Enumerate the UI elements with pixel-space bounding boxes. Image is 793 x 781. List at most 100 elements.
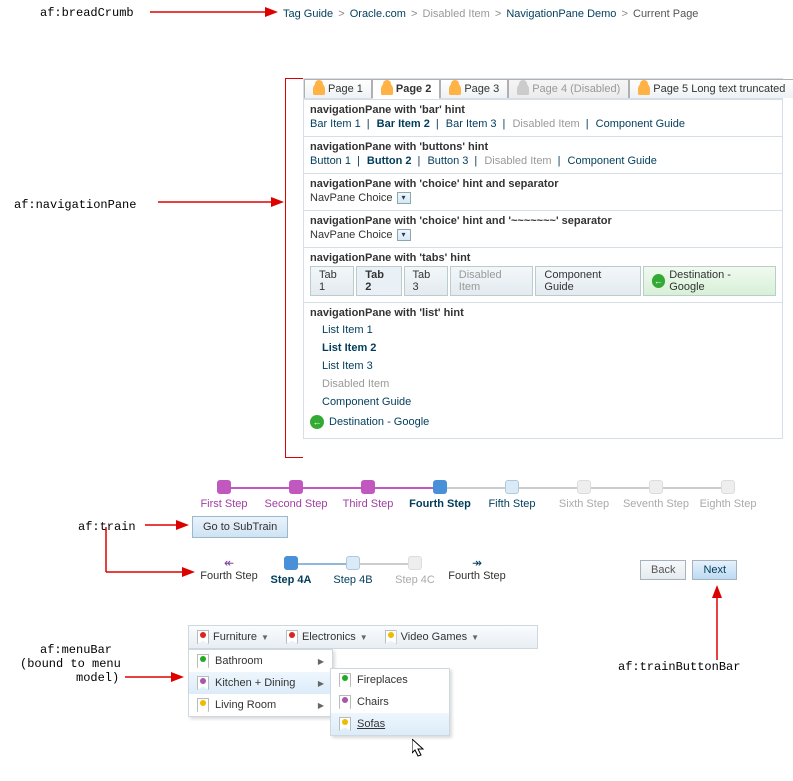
- go-icon: ←: [652, 274, 666, 288]
- breadcrumb-item[interactable]: NavigationPane Demo: [506, 8, 616, 20]
- annotation-menubar-3: model): [76, 671, 119, 685]
- subtrain-fwd-link[interactable]: ↠ Fourth Step: [446, 556, 508, 582]
- train-step[interactable]: Third Step: [332, 480, 404, 510]
- menu-electronics[interactable]: Electronics: [278, 626, 377, 648]
- breadcrumb-sep: >: [493, 8, 503, 20]
- bookmark-icon: [197, 654, 209, 668]
- tab-page-4-disabled: Page 4 (Disabled): [508, 79, 629, 98]
- arrow-navpane: [158, 195, 286, 209]
- list-item-disabled: Disabled Item: [322, 375, 776, 393]
- subtrain-back-link[interactable]: ↞ Fourth Step: [198, 556, 260, 582]
- bookmark-icon: [339, 717, 351, 731]
- breadcrumb: Tag Guide > Oracle.com > Disabled Item >…: [283, 8, 698, 20]
- bookmark-icon: [197, 676, 209, 690]
- bookmark-icon: [286, 630, 298, 644]
- train-step[interactable]: Fifth Step: [476, 480, 548, 510]
- section-title: navigationPane with 'choice' hint and se…: [310, 178, 776, 190]
- tab-page-1[interactable]: Page 1: [304, 79, 372, 98]
- tab-item[interactable]: Component Guide: [535, 266, 640, 296]
- breadcrumb-sep: >: [409, 8, 419, 20]
- user-icon: [381, 83, 393, 95]
- nav-choice-section-1: navigationPane with 'choice' hint and se…: [304, 174, 782, 211]
- user-icon: [449, 83, 461, 95]
- submenu-kitchen-dining: Fireplaces Chairs Sofas: [330, 668, 450, 736]
- breadcrumb-item[interactable]: Tag Guide: [283, 8, 333, 20]
- section-title: navigationPane with 'list' hint: [310, 307, 776, 319]
- bar-item[interactable]: Bar Item 1: [310, 118, 365, 130]
- bookmark-icon: [385, 630, 397, 644]
- back-arrows-icon: ↞: [198, 556, 260, 570]
- list-item[interactable]: List Item 3: [322, 357, 776, 375]
- bar-item-selected[interactable]: Bar Item 2: [377, 118, 434, 130]
- tab-item-selected[interactable]: Tab 2: [356, 266, 401, 296]
- nav-tabs-section: navigationPane with 'tabs' hint Tab 1 Ta…: [304, 248, 782, 303]
- tab-page-2[interactable]: Page 2: [372, 79, 440, 99]
- back-button[interactable]: Back: [640, 560, 686, 580]
- subtrain-step-current[interactable]: Step 4A: [260, 556, 322, 586]
- annotation-breadcrumb: af:breadCrumb: [40, 6, 134, 20]
- bracket-navpane: [285, 78, 303, 458]
- bookmark-icon: [339, 695, 351, 709]
- caret-down-icon: [261, 633, 269, 642]
- list-item[interactable]: List Item 1: [322, 321, 776, 339]
- breadcrumb-item[interactable]: Oracle.com: [350, 8, 406, 20]
- user-icon: [638, 83, 650, 95]
- tab-page-3[interactable]: Page 3: [440, 79, 508, 98]
- list-item[interactable]: Component Guide: [322, 393, 776, 411]
- nav-top-tabs: Page 1 Page 2 Page 3 Page 4 (Disabled) P…: [304, 79, 782, 99]
- subtrain-step[interactable]: Step 4B: [322, 556, 384, 586]
- submenu-furniture: Bathroom Kitchen + Dining Living Room: [188, 649, 333, 717]
- arrow-train-2: [102, 527, 197, 577]
- bar-item[interactable]: Component Guide: [596, 118, 689, 130]
- caret-down-icon: [471, 633, 479, 642]
- submenu-item-hover[interactable]: Sofas: [331, 713, 449, 735]
- button-item[interactable]: Button 1: [310, 155, 355, 167]
- menu-video-games[interactable]: Video Games: [377, 626, 488, 648]
- submenu-item[interactable]: Fireplaces: [331, 669, 449, 691]
- list-item-external[interactable]: ←Destination - Google: [310, 411, 776, 432]
- bar-item[interactable]: Bar Item 3: [446, 118, 501, 130]
- button-item[interactable]: Button 3: [427, 155, 472, 167]
- user-icon: [517, 83, 529, 95]
- bar-item-disabled: Disabled Item: [512, 118, 583, 130]
- button-item[interactable]: Component Guide: [568, 155, 661, 167]
- nav-choice-section-2: navigationPane with 'choice' hint and '~…: [304, 211, 782, 248]
- tab-item-disabled: Disabled Item: [450, 266, 534, 296]
- train-step-disabled: Sixth Step: [548, 480, 620, 510]
- train-step-disabled: Eighth Step: [692, 480, 764, 510]
- dropdown-icon[interactable]: [397, 229, 411, 241]
- tab-page-5[interactable]: Page 5 Long text truncated: [629, 79, 793, 98]
- submenu-item-hover[interactable]: Kitchen + Dining: [189, 672, 332, 694]
- breadcrumb-item-disabled: Disabled Item: [423, 8, 490, 20]
- annotation-navpane: af:navigationPane: [14, 198, 136, 212]
- subtrain-step-disabled: Step 4C: [384, 556, 446, 586]
- arrow-trainbtn: [710, 585, 724, 660]
- tab-item[interactable]: Tab 1: [310, 266, 354, 296]
- train-step[interactable]: First Step: [188, 480, 260, 510]
- next-button[interactable]: Next: [692, 560, 737, 580]
- caret-down-icon: [360, 633, 368, 642]
- caret-right-icon: [318, 657, 324, 666]
- menu-furniture[interactable]: Furniture: [189, 626, 278, 648]
- bookmark-icon: [197, 630, 209, 644]
- tab-item[interactable]: Tab 3: [404, 266, 448, 296]
- arrow-menubar: [125, 670, 185, 684]
- bookmark-icon: [197, 698, 209, 712]
- annotation-menubar-2: (bound to menu: [20, 657, 121, 671]
- submenu-item[interactable]: Bathroom: [189, 650, 332, 672]
- submenu-item[interactable]: Living Room: [189, 694, 332, 716]
- tab-item-external[interactable]: ←Destination - Google: [643, 266, 776, 296]
- annotation-train: af:train: [78, 520, 136, 534]
- dropdown-icon[interactable]: [397, 192, 411, 204]
- train-step-current[interactable]: Fourth Step: [404, 480, 476, 510]
- list-item-selected[interactable]: List Item 2: [322, 339, 776, 357]
- go-to-subtrain-button[interactable]: Go to SubTrain: [192, 516, 288, 538]
- button-item-selected[interactable]: Button 2: [367, 155, 416, 167]
- breadcrumb-current: Current Page: [633, 8, 698, 20]
- train-step[interactable]: Second Step: [260, 480, 332, 510]
- cursor-icon: [412, 739, 426, 759]
- submenu-item[interactable]: Chairs: [331, 691, 449, 713]
- arrow-train-1: [145, 518, 190, 532]
- choice-value: NavPane Choice: [310, 192, 393, 204]
- nav-buttons-section: navigationPane with 'buttons' hint Butto…: [304, 137, 782, 174]
